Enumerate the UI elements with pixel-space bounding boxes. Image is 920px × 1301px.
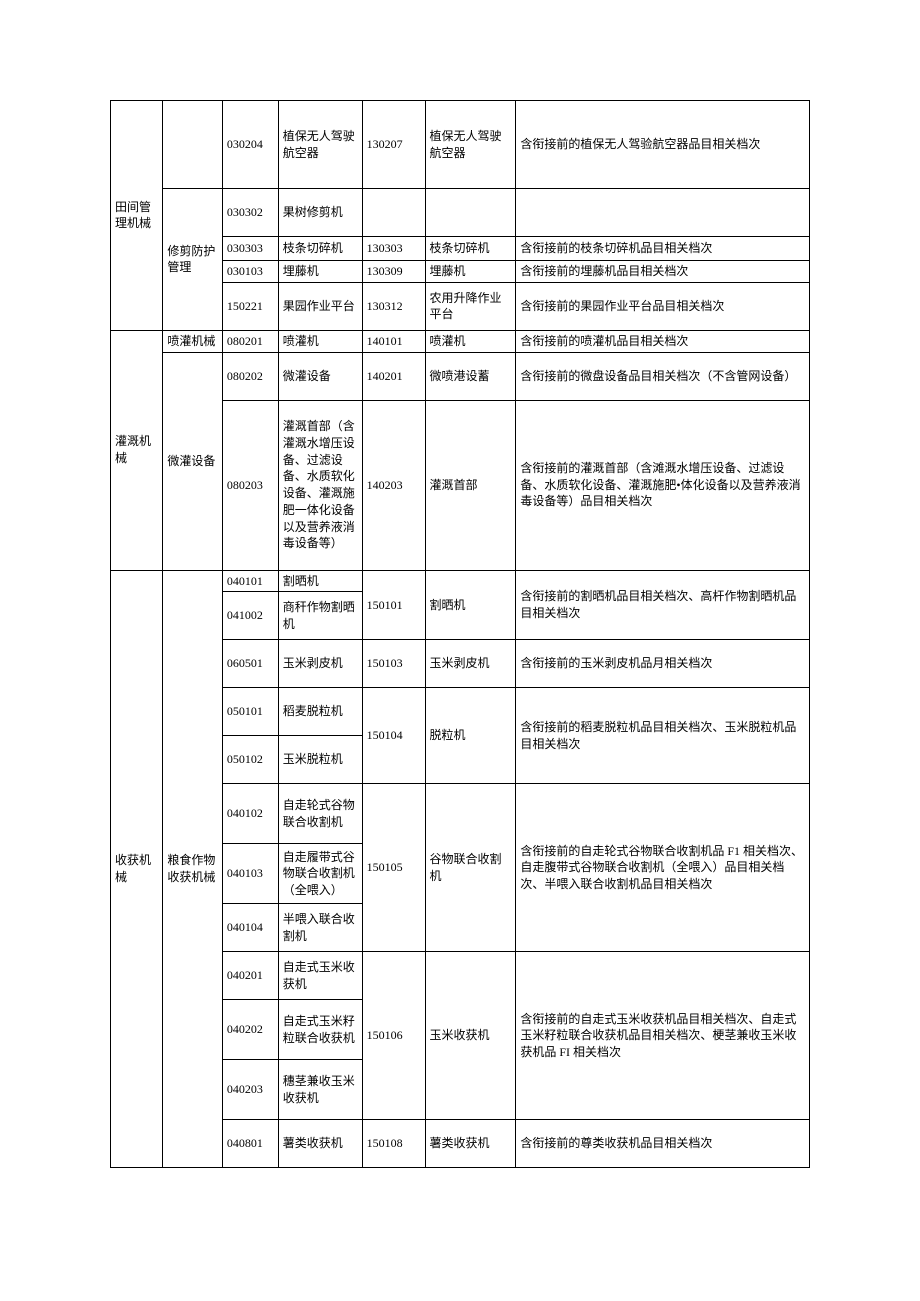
cell-name: 果树修剪机 <box>278 189 362 237</box>
cell-name2: 灌溉首部 <box>425 400 516 570</box>
cell-name2: 农用升降作业平台 <box>425 282 516 330</box>
cell-code: 080203 <box>222 400 278 570</box>
cell-name: 喷灌机 <box>278 330 362 352</box>
document-table: 田间管理机械 030204 植保无人驾驶航空器 130207 植保无人驾驶航空器… <box>110 100 810 1168</box>
cell-name: 商秆作物割晒机 <box>278 592 362 640</box>
cell-code: 080201 <box>222 330 278 352</box>
cell-remark: 含衔接前的稻麦脱粒机品目相关档次、玉米脱粒机品目相关档次 <box>516 688 810 784</box>
cell-name: 植保无人驾驶航空器 <box>278 101 362 189</box>
cell-code2: 150105 <box>362 784 425 952</box>
cell-remark: 含衔接前的微盘设备品目相关档次（不含管网设备） <box>516 352 810 400</box>
cell-code: 030103 <box>222 261 278 283</box>
cell-code2: 150106 <box>362 952 425 1120</box>
cell-code: 041002 <box>222 592 278 640</box>
cell-code: 030303 <box>222 237 278 261</box>
cell-subgroup-trim: 修剪防护管理 <box>163 189 222 331</box>
cell-code: 040202 <box>222 1000 278 1060</box>
cell-name: 自走式玉米收获机 <box>278 952 362 1000</box>
cell-code: 040104 <box>222 904 278 952</box>
cell-subgroup-spray: 喷灌机械 <box>163 330 222 352</box>
cell-code: 040201 <box>222 952 278 1000</box>
cell-code2: 140203 <box>362 400 425 570</box>
cell-remark: 含衔接前的灌溉首部（含滩溉水增压设备、过滤设备、水质软化设备、灌溉施肥•体化设备… <box>516 400 810 570</box>
cell-code2: 130207 <box>362 101 425 189</box>
cell-remark: 含衔接前的自走轮式谷物联合收割机品 F1 相关档次、自走腹带式谷物联合收割机（全… <box>516 784 810 952</box>
cell-code: 040101 <box>222 570 278 592</box>
cell-remark: 含衔接前的果园作业平台品目相关档次 <box>516 282 810 330</box>
cell-remark: 含衔接前的喷灌机品目相关档次 <box>516 330 810 352</box>
cell-name2: 割晒机 <box>425 570 516 640</box>
cell-name2: 谷物联合收割机 <box>425 784 516 952</box>
cell-code: 060501 <box>222 640 278 688</box>
cell-name: 半喂入联合收割机 <box>278 904 362 952</box>
cell-name: 自走轮式谷物联合收割机 <box>278 784 362 844</box>
cell-name2: 玉米收获机 <box>425 952 516 1120</box>
cell-remark: 含衔接前的割晒机品目相关档次、高杆作物割晒机品目相关档次 <box>516 570 810 640</box>
cell-blank <box>163 101 222 189</box>
cell-code2: 130312 <box>362 282 425 330</box>
cell-name2: 玉米剥皮机 <box>425 640 516 688</box>
cell-code: 080202 <box>222 352 278 400</box>
cell-code2: 130303 <box>362 237 425 261</box>
cell-name: 灌溉首部（含灌溉水增压设备、过滤设备、水质软化设备、灌溉施肥一体化设备以及营养液… <box>278 400 362 570</box>
cell-name: 自走履带式谷物联合收割机（全喂入） <box>278 844 362 904</box>
cell-name2: 枝条切碎机 <box>425 237 516 261</box>
cell-remark: 含衔接前的自走式玉米收获机品目相关档次、自走式玉米籽粒联合收获机品目相关档次、梗… <box>516 952 810 1120</box>
cell-subgroup-grain: 粮食作物收获机械 <box>163 570 222 1168</box>
cell-name: 穗茎兼收玉米收获机 <box>278 1060 362 1120</box>
cell-code2: 140101 <box>362 330 425 352</box>
cell-remark: 含衔接前的尊类收获机品目相关档次 <box>516 1120 810 1168</box>
cell-remark <box>516 189 810 237</box>
cell-name: 稻麦脱粒机 <box>278 688 362 736</box>
cell-remark: 含衔接前的埋藤机品目相关档次 <box>516 261 810 283</box>
cell-name2: 薯类收获机 <box>425 1120 516 1168</box>
cell-code: 030204 <box>222 101 278 189</box>
cell-remark: 含衔接前的植保无人驾验航空器品目相关档次 <box>516 101 810 189</box>
cell-name: 果园作业平台 <box>278 282 362 330</box>
cell-code: 050101 <box>222 688 278 736</box>
cell-name2: 微喷港设蓄 <box>425 352 516 400</box>
cell-code2: 140201 <box>362 352 425 400</box>
cell-group2: 灌溉机械 <box>111 330 163 570</box>
cell-name2: 喷灌机 <box>425 330 516 352</box>
cell-code2: 150103 <box>362 640 425 688</box>
cell-code: 050102 <box>222 736 278 784</box>
cell-code2: 150104 <box>362 688 425 784</box>
cell-name2: 埋藤机 <box>425 261 516 283</box>
cell-code: 040203 <box>222 1060 278 1120</box>
cell-code: 040102 <box>222 784 278 844</box>
cell-name: 薯类收获机 <box>278 1120 362 1168</box>
cell-code2 <box>362 189 425 237</box>
cell-name: 玉米剥皮机 <box>278 640 362 688</box>
cell-group1: 田间管理机械 <box>111 101 163 331</box>
cell-remark: 含衔接前的枝条切碎机品目相关档次 <box>516 237 810 261</box>
cell-code: 150221 <box>222 282 278 330</box>
cell-name: 枝条切碎机 <box>278 237 362 261</box>
cell-code: 030302 <box>222 189 278 237</box>
cell-name: 割晒机 <box>278 570 362 592</box>
cell-code: 040103 <box>222 844 278 904</box>
cell-name2 <box>425 189 516 237</box>
cell-name: 自走式玉米籽粒联合收获机 <box>278 1000 362 1060</box>
cell-name2: 植保无人驾驶航空器 <box>425 101 516 189</box>
cell-name: 埋藤机 <box>278 261 362 283</box>
cell-code2: 130309 <box>362 261 425 283</box>
cell-name: 玉米脱粒机 <box>278 736 362 784</box>
cell-group3: 收获机械 <box>111 570 163 1168</box>
cell-name2: 脱粒机 <box>425 688 516 784</box>
cell-subgroup-micro: 微灌设备 <box>163 352 222 570</box>
cell-remark: 含衔接前的玉米剥皮机品月相关档次 <box>516 640 810 688</box>
cell-code2: 150108 <box>362 1120 425 1168</box>
cell-code2: 150101 <box>362 570 425 640</box>
cell-name: 微灌设备 <box>278 352 362 400</box>
cell-code: 040801 <box>222 1120 278 1168</box>
